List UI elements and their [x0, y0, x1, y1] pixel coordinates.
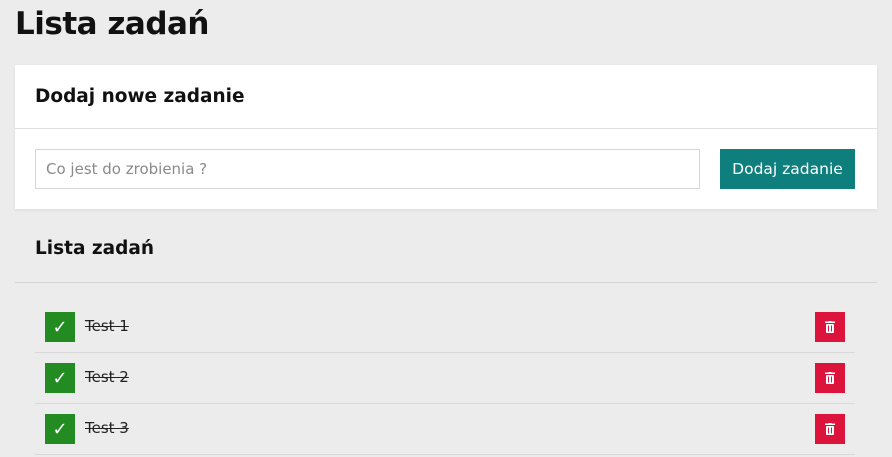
task-label: Test 2 [85, 368, 129, 386]
trash-icon [825, 321, 835, 333]
add-task-card-header: Dodaj nowe zadanie [15, 65, 877, 129]
task-label: Test 3 [85, 419, 129, 437]
delete-button[interactable] [815, 363, 845, 393]
check-icon[interactable]: ✓ [45, 363, 75, 393]
page-title: Lista zadań [15, 6, 210, 42]
task-label: Test 1 [85, 317, 129, 335]
task-list: ✓ Test 1 ✓ Test 2 ✓ Test 3 [35, 302, 855, 455]
trash-icon [825, 372, 835, 384]
list-item: ✓ Test 3 [35, 404, 855, 455]
delete-button[interactable] [815, 312, 845, 342]
add-task-button[interactable]: Dodaj zadanie [720, 149, 855, 189]
add-task-card: Dodaj nowe zadanie Dodaj zadanie [15, 65, 877, 209]
divider [15, 282, 877, 283]
list-item: ✓ Test 1 [35, 302, 855, 353]
delete-button[interactable] [815, 414, 845, 444]
list-item: ✓ Test 2 [35, 353, 855, 404]
task-list-title: Lista zadań [35, 238, 155, 259]
trash-icon [825, 423, 835, 435]
check-icon[interactable]: ✓ [45, 414, 75, 444]
check-icon[interactable]: ✓ [45, 312, 75, 342]
task-input[interactable] [35, 149, 700, 189]
add-task-title: Dodaj nowe zadanie [35, 86, 245, 107]
